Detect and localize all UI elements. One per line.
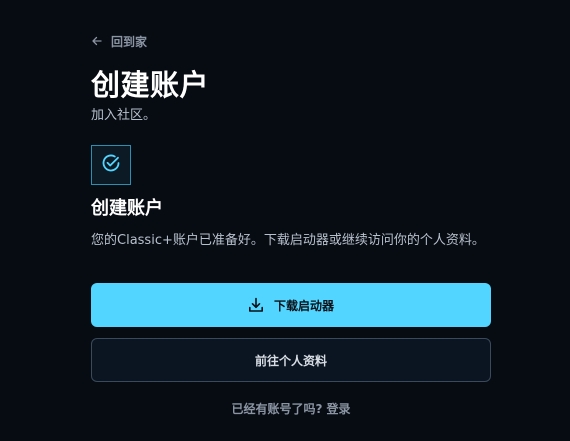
login-prompt: 已经有账号了吗? 登录 [91, 400, 491, 418]
back-home-link[interactable]: 回到家 [91, 32, 147, 50]
page-subtitle: 加入社区。 [91, 108, 157, 123]
check-circle-icon [101, 153, 121, 177]
download-launcher-button[interactable]: 下载启动器 [91, 283, 491, 327]
download-icon [248, 297, 264, 313]
back-home-label: 回到家 [111, 34, 148, 49]
go-to-profile-button[interactable]: 前往个人资料 [91, 338, 491, 382]
page-title: 创建账户 [91, 68, 210, 102]
status-description: 您的Classic+账户已准备好。下载启动器或继续访问你的个人资料。 [91, 233, 485, 248]
login-link[interactable]: 登录 [326, 402, 350, 416]
go-to-profile-label: 前往个人资料 [254, 353, 327, 368]
success-badge [91, 145, 131, 185]
arrow-left-icon [91, 35, 103, 47]
download-launcher-label: 下载启动器 [273, 298, 334, 313]
status-title: 创建账户 [91, 198, 163, 219]
login-prompt-text: 已经有账号了吗? [231, 402, 323, 416]
